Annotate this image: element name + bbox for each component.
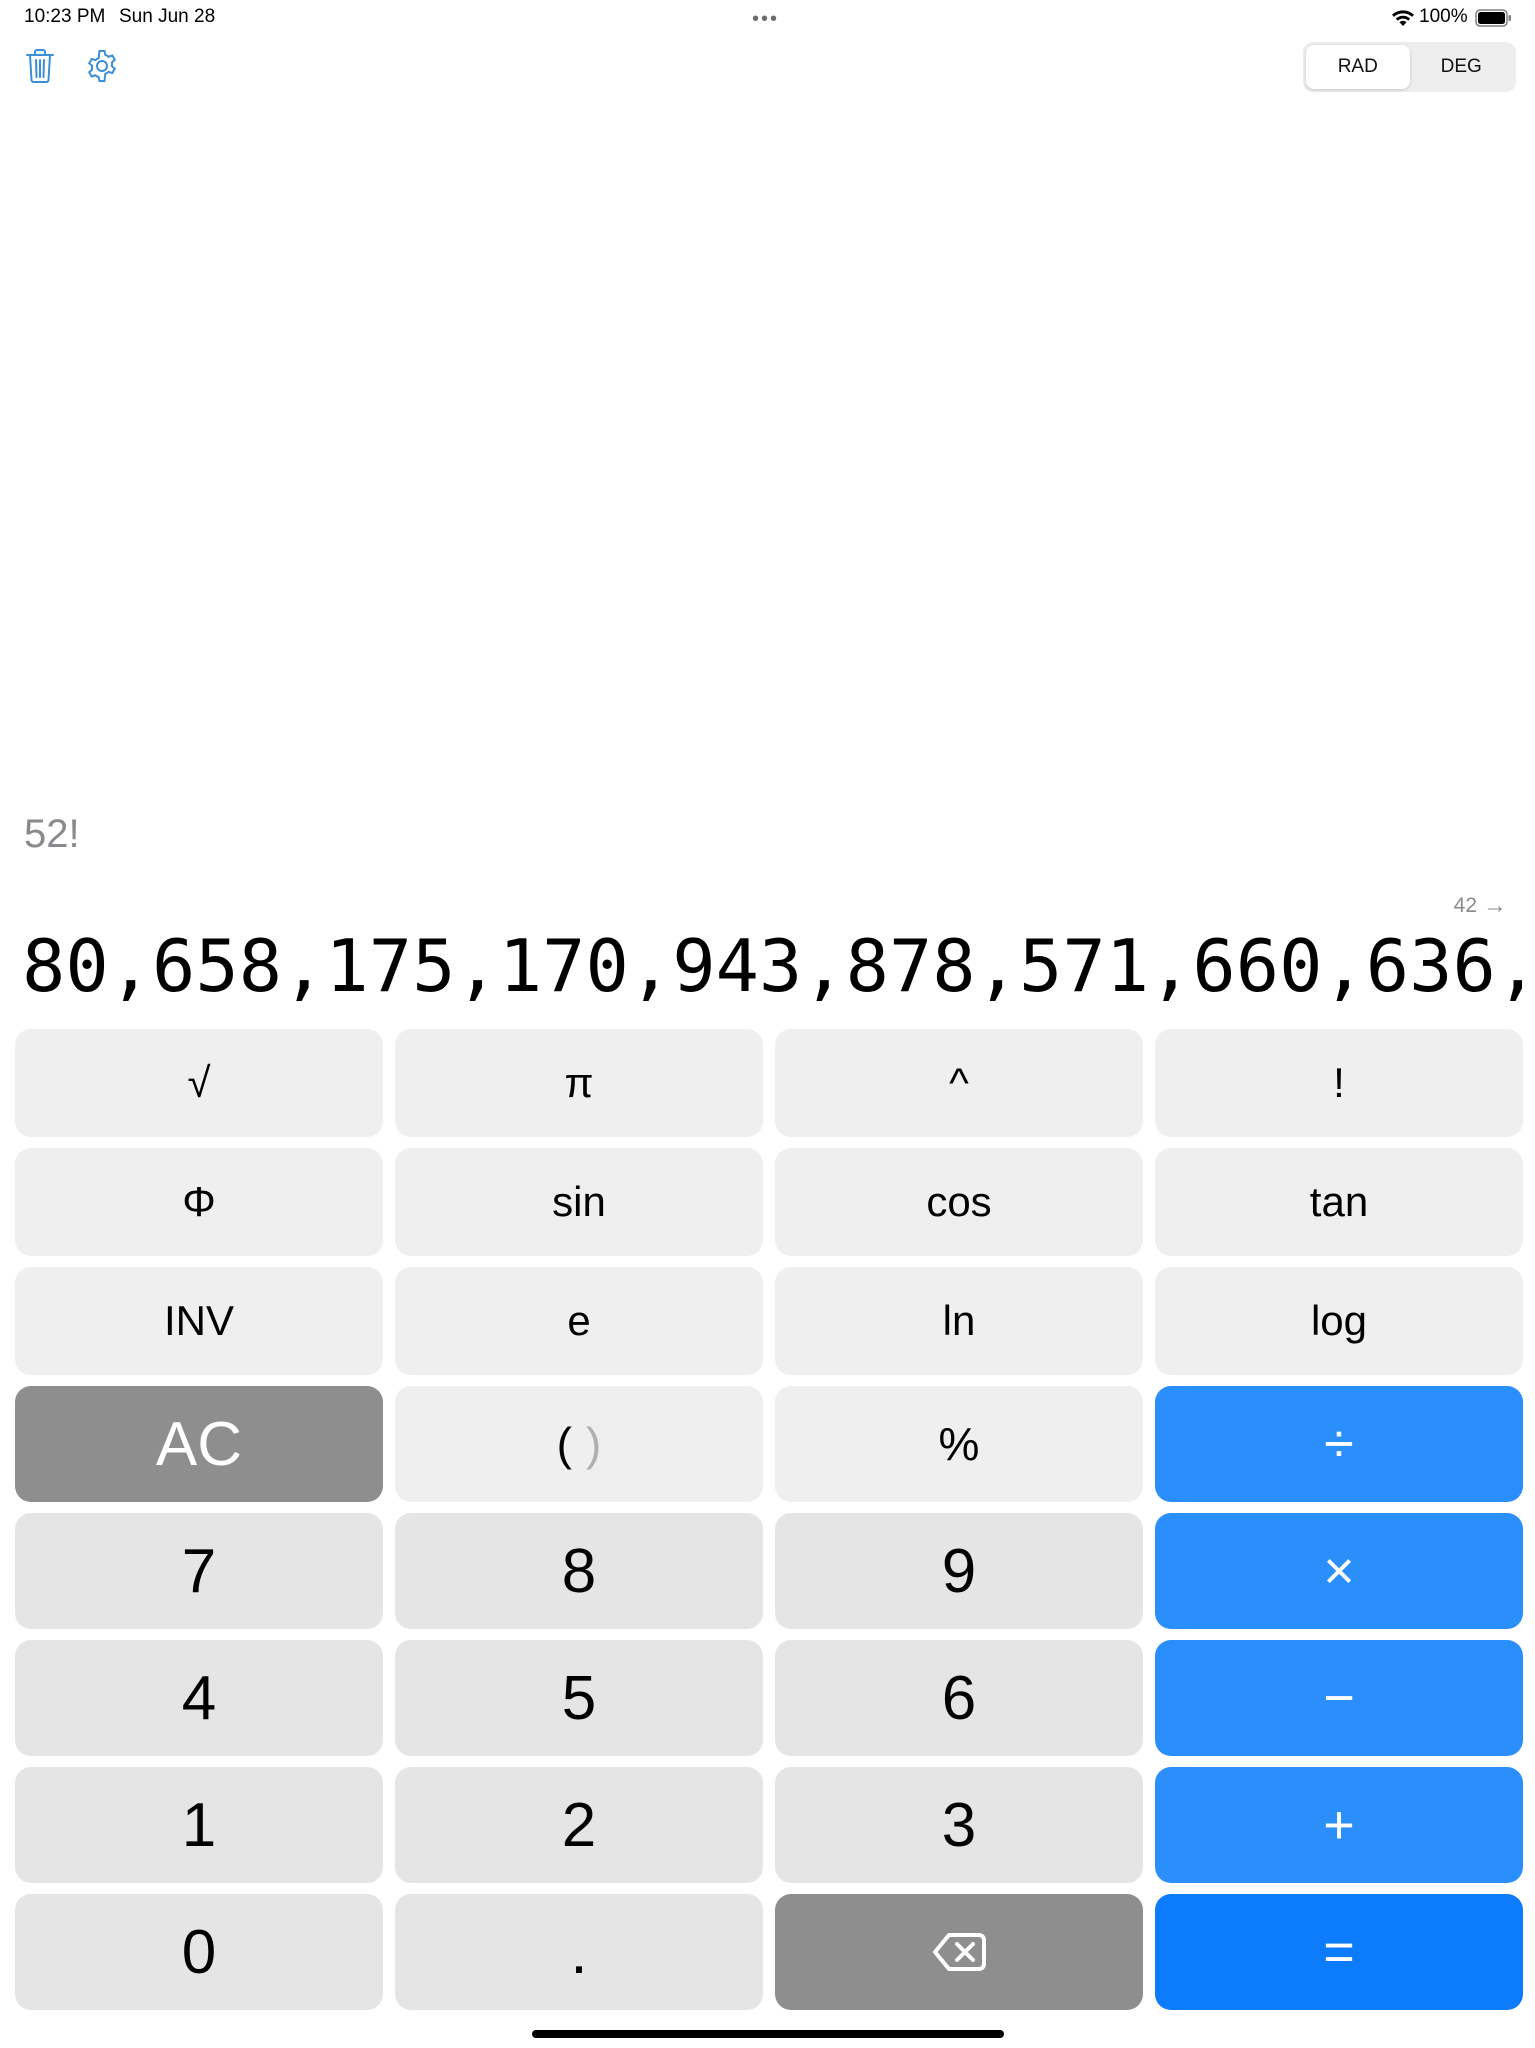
all-clear-key[interactable]: AC xyxy=(15,1386,383,1502)
ln-key[interactable]: ln xyxy=(775,1267,1143,1375)
plus-key[interactable]: + xyxy=(1155,1767,1523,1883)
status-date: Sun Jun 28 xyxy=(119,6,216,27)
digit-count-button[interactable]: 42 → xyxy=(1454,892,1507,920)
minus-key[interactable]: − xyxy=(1155,1640,1523,1756)
divide-key[interactable]: ÷ xyxy=(1155,1386,1523,1502)
backspace-key[interactable] xyxy=(775,1894,1143,2010)
sqrt-key[interactable]: √ xyxy=(15,1029,383,1137)
tan-key[interactable]: tan xyxy=(1155,1148,1523,1256)
digit-9-key[interactable]: 9 xyxy=(775,1513,1143,1629)
percent-key[interactable]: % xyxy=(775,1386,1143,1502)
backspace-icon xyxy=(933,1933,986,1971)
wifi-icon xyxy=(1392,10,1414,26)
paren-open-label: ( xyxy=(556,1418,572,1470)
deg-segment[interactable]: DEG xyxy=(1410,45,1514,89)
parentheses-key[interactable]: ( ) xyxy=(395,1386,763,1502)
battery-icon xyxy=(1475,9,1511,27)
digit-1-key[interactable]: 1 xyxy=(15,1767,383,1883)
factorial-key[interactable]: ! xyxy=(1155,1029,1523,1137)
rad-segment[interactable]: RAD xyxy=(1306,45,1410,89)
angle-mode-control: RAD DEG xyxy=(1303,42,1516,92)
status-time: 10:23 PM xyxy=(24,6,106,27)
decimal-key[interactable]: . xyxy=(395,1894,763,2010)
digit-4-key[interactable]: 4 xyxy=(15,1640,383,1756)
log-key[interactable]: log xyxy=(1155,1267,1523,1375)
sin-key[interactable]: sin xyxy=(395,1148,763,1256)
paren-close-label: ) xyxy=(586,1418,602,1470)
pi-key[interactable]: π xyxy=(395,1029,763,1137)
digit-8-key[interactable]: 8 xyxy=(395,1513,763,1629)
gear-icon[interactable] xyxy=(84,48,120,84)
digit-5-key[interactable]: 5 xyxy=(395,1640,763,1756)
phi-key[interactable]: Φ xyxy=(15,1148,383,1256)
calculator-screen: 10:23 PM Sun Jun 28 ••• 100% RAD DEG 52!… xyxy=(0,0,1535,2048)
digit-count-label: 42 xyxy=(1453,894,1477,917)
digit-3-key[interactable]: 3 xyxy=(775,1767,1143,1883)
home-indicator[interactable] xyxy=(532,2030,1004,2038)
expression-display: 52! xyxy=(24,812,80,856)
battery-percentage: 100% xyxy=(1419,6,1468,27)
inv-key[interactable]: INV xyxy=(15,1267,383,1375)
trash-icon[interactable] xyxy=(24,48,56,84)
arrow-right-icon: → xyxy=(1483,892,1507,919)
digit-7-key[interactable]: 7 xyxy=(15,1513,383,1629)
digit-6-key[interactable]: 6 xyxy=(775,1640,1143,1756)
e-key[interactable]: e xyxy=(395,1267,763,1375)
digit-0-key[interactable]: 0 xyxy=(15,1894,383,2010)
result-display[interactable]: 80,658,175,170,943,878,571,660,636, xyxy=(22,926,1522,1006)
cos-key[interactable]: cos xyxy=(775,1148,1143,1256)
multiply-key[interactable]: × xyxy=(1155,1513,1523,1629)
digit-2-key[interactable]: 2 xyxy=(395,1767,763,1883)
equals-key[interactable]: = xyxy=(1155,1894,1523,2010)
power-key[interactable]: ^ xyxy=(775,1029,1143,1137)
multitask-dots-icon[interactable]: ••• xyxy=(752,8,779,31)
